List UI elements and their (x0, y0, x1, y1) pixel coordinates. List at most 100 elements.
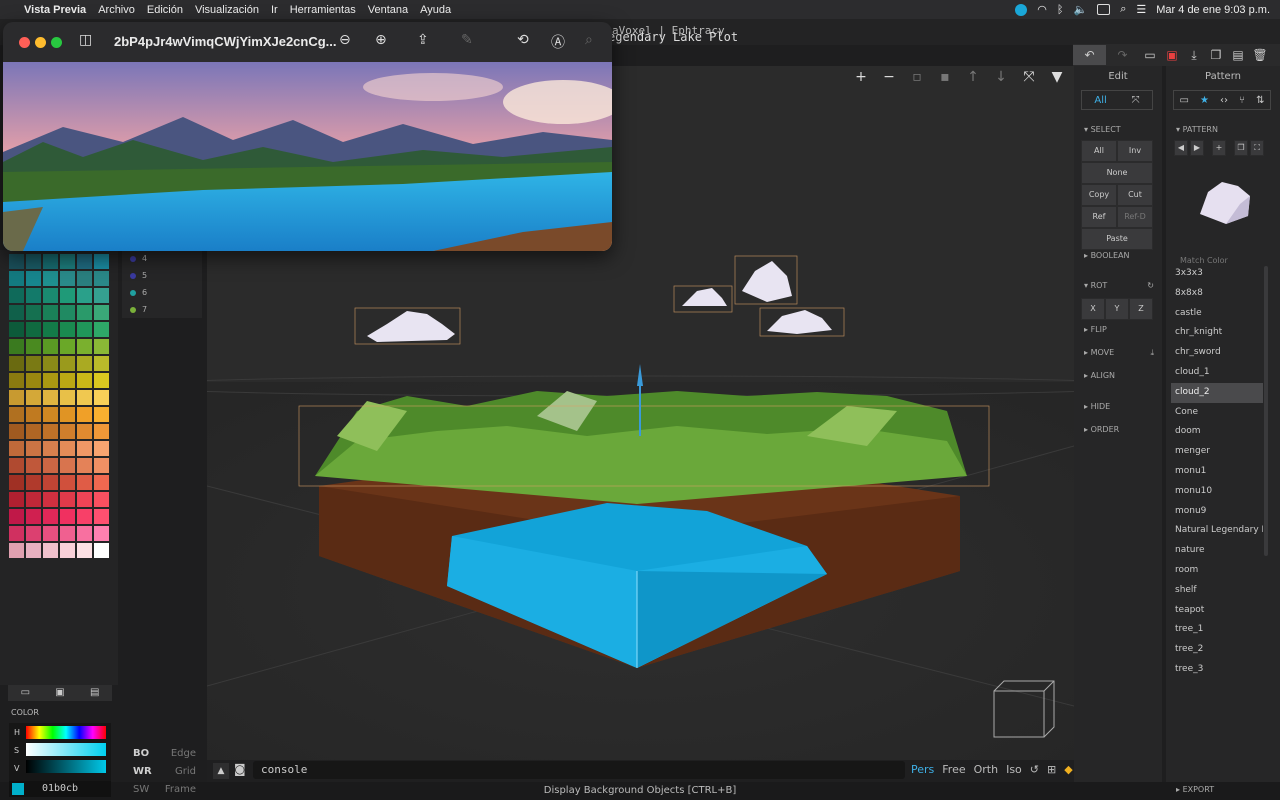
palette-swatch[interactable] (94, 339, 109, 354)
dropdown-icon[interactable]: ▼ (1046, 67, 1068, 87)
palette-swatch[interactable] (43, 441, 58, 456)
save-icon[interactable]: ▣ (1161, 45, 1183, 65)
pattern-item[interactable]: shelf (1171, 581, 1263, 601)
color-picker[interactable]: H S V (9, 723, 111, 781)
hide-section[interactable]: ▸ HIDE (1074, 399, 1110, 415)
palette-swatch[interactable] (60, 271, 75, 286)
palette-swatch[interactable] (26, 407, 41, 422)
select-section[interactable]: ▾ SELECT (1074, 122, 1121, 138)
palette-swatch[interactable] (94, 526, 109, 541)
delete-icon[interactable]: 🗑 (1249, 45, 1271, 65)
palette-swatch[interactable] (77, 390, 92, 405)
search-icon[interactable]: ⌕ (585, 32, 593, 48)
mode-sw[interactable]: SW (133, 784, 149, 795)
invert-button[interactable]: Inv (1117, 140, 1153, 162)
menu-archivo[interactable]: Archivo (98, 4, 135, 16)
palette-swatch[interactable] (26, 254, 41, 269)
boolean-section[interactable]: ▸ BOOLEAN (1074, 248, 1129, 264)
copy-button[interactable]: Copy (1081, 184, 1117, 206)
palette-swatch[interactable] (94, 271, 109, 286)
control-center-icon[interactable]: ☰ (1136, 3, 1146, 16)
pattern-item[interactable]: cloud_1 (1171, 363, 1263, 383)
share-icon[interactable]: ⇪ (417, 32, 429, 48)
palette-swatch[interactable] (60, 254, 75, 269)
palette-swatch[interactable] (9, 339, 24, 354)
palette-grid[interactable] (9, 254, 111, 558)
redo-icon[interactable]: ↷ (1106, 45, 1139, 65)
minimize-button[interactable] (35, 37, 46, 48)
view-small-icon[interactable]: ▫ (906, 67, 928, 87)
palette-swatch[interactable] (9, 475, 24, 490)
palette-swatch[interactable] (26, 475, 41, 490)
pattern-item[interactable]: monu1 (1171, 462, 1263, 482)
palette-swatch[interactable] (9, 458, 24, 473)
ref-button[interactable]: Ref (1081, 206, 1117, 228)
view-free[interactable]: Free (942, 763, 965, 776)
palette-swatch[interactable] (43, 509, 58, 524)
menu-ir[interactable]: Ir (271, 4, 278, 16)
pattern-item[interactable]: menger (1171, 442, 1263, 462)
value-slider[interactable] (26, 760, 106, 773)
palette-swatch[interactable] (9, 356, 24, 371)
next-icon[interactable]: ▶ (1190, 140, 1204, 156)
palette-swatch[interactable] (26, 322, 41, 337)
palette-swatch[interactable] (43, 475, 58, 490)
object-icon[interactable]: ◆ (1064, 763, 1072, 776)
folder-icon[interactable]: ▭ (1180, 95, 1189, 106)
palette-swatch[interactable] (26, 271, 41, 286)
palette-swatch[interactable] (77, 305, 92, 320)
rot-x-button[interactable]: X (1081, 298, 1105, 320)
palette-swatch[interactable] (43, 424, 58, 439)
palette-save-icon[interactable]: ▣ (43, 685, 78, 701)
palette-swatch[interactable] (94, 475, 109, 490)
copy-icon[interactable]: ❐ (1205, 45, 1227, 65)
collapse-icon[interactable]: ▲ (213, 763, 229, 779)
palette-swatch[interactable] (26, 509, 41, 524)
palette-swatch[interactable] (60, 390, 75, 405)
palette-swatch[interactable] (43, 407, 58, 422)
pattern-item[interactable]: Cone (1171, 403, 1263, 423)
arrow-up-icon[interactable]: ↑ (962, 67, 984, 87)
palette-swatch[interactable] (77, 458, 92, 473)
palette-swatch[interactable] (94, 322, 109, 337)
mode-edge[interactable]: Edge (171, 748, 196, 759)
layer-row[interactable]: 7 (122, 301, 202, 318)
palette-swatch[interactable] (60, 475, 75, 490)
palette-swatch[interactable] (43, 492, 58, 507)
zoom-in-icon[interactable]: ⊕ (375, 32, 387, 48)
palette-swatch[interactable] (43, 288, 58, 303)
palette-swatch[interactable] (94, 407, 109, 422)
palette-swatch[interactable] (60, 305, 75, 320)
palette-swatch[interactable] (9, 509, 24, 524)
camera-icon[interactable]: ◙ (234, 762, 246, 776)
pattern-item[interactable]: monu10 (1171, 482, 1263, 502)
palette-swatch[interactable] (77, 424, 92, 439)
add-icon[interactable]: + (1212, 140, 1226, 156)
tree-icon[interactable]: ⑂ (1239, 95, 1245, 106)
arrow-down-icon[interactable]: ↓ (990, 67, 1012, 87)
palette-swatch[interactable] (77, 356, 92, 371)
pattern-section[interactable]: ▾ PATTERN (1166, 122, 1218, 138)
palette-swatch[interactable] (43, 271, 58, 286)
palette-swatch[interactable] (60, 526, 75, 541)
ref-d-button[interactable]: Ref-D (1117, 206, 1153, 228)
code-icon[interactable]: ‹› (1220, 95, 1228, 106)
status-app-icon[interactable] (1015, 3, 1028, 16)
palette-swatch[interactable] (94, 373, 109, 388)
paste-icon[interactable]: ▤ (1227, 45, 1249, 65)
palette-swatch[interactable] (9, 390, 24, 405)
palette-swatch[interactable] (77, 526, 92, 541)
palette-swatch[interactable] (43, 254, 58, 269)
move-section[interactable]: ▸ MOVE ⤓ (1074, 345, 1162, 361)
palette-swatch[interactable] (60, 288, 75, 303)
palette-swatch[interactable] (26, 526, 41, 541)
hue-slider[interactable] (26, 726, 106, 739)
close-button[interactable] (19, 37, 30, 48)
star-icon[interactable]: ★ (1200, 95, 1209, 106)
palette-swatch[interactable] (43, 543, 58, 558)
hex-value[interactable]: 01b0cb (42, 783, 78, 794)
palette-swatch[interactable] (26, 441, 41, 456)
palette-swatch[interactable] (60, 441, 75, 456)
palette-swatch[interactable] (9, 424, 24, 439)
clock[interactable]: Mar 4 de ene 9:03 p.m. (1156, 4, 1270, 16)
